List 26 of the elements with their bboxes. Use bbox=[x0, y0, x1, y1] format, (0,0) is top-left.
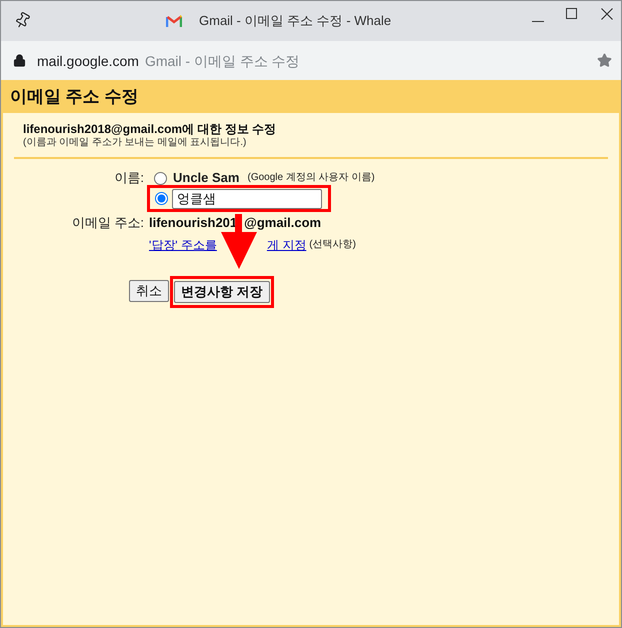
radio-button[interactable] bbox=[155, 192, 168, 205]
email-label: 이메일 주소: bbox=[70, 216, 144, 230]
optional-hint: (선택사항) bbox=[309, 238, 356, 252]
edit-heading: lifenourish2018@gmail.com에 대한 정보 수정 bbox=[23, 122, 276, 136]
name-option-hint: (Google 계정의 사용자 이름) bbox=[247, 171, 375, 185]
save-button[interactable]: 변경사항 저장 bbox=[174, 281, 270, 303]
lock-icon bbox=[13, 54, 26, 67]
edit-note: (이름과 이메일 주소가 보내는 메일에 표시됩니다.) bbox=[23, 137, 246, 149]
address-domain: mail.google.com bbox=[37, 52, 139, 70]
address-page-title: Gmail - 이메일 주소 수정 bbox=[144, 52, 300, 70]
star-icon[interactable] bbox=[597, 53, 612, 68]
mail-logo-icon bbox=[166, 15, 182, 27]
cancel-button[interactable]: 취소 bbox=[129, 280, 169, 302]
window-title: Gmail - 이메일 주소 수정 - Whale bbox=[199, 13, 392, 29]
address-bar[interactable]: mail.google.com Gmail - 이메일 주소 수정 bbox=[1, 41, 621, 80]
email-address: lifenourish201 bbox=[149, 216, 238, 230]
reply-address-link[interactable]: 게 지정 bbox=[266, 238, 306, 252]
maximize-icon[interactable] bbox=[566, 8, 577, 19]
radio-button[interactable] bbox=[154, 172, 167, 184]
email-address: @gmail.com bbox=[244, 216, 322, 230]
name-input-field[interactable]: 엉클샘 bbox=[172, 188, 322, 208]
page-title: 이메일 주소 수정 bbox=[10, 86, 138, 106]
name-label: 이름: bbox=[113, 171, 144, 185]
name-option-label: Uncle Sam bbox=[173, 171, 240, 185]
reply-address-link[interactable]: '답장' 주소를 bbox=[149, 238, 217, 252]
close-icon[interactable] bbox=[601, 8, 613, 20]
